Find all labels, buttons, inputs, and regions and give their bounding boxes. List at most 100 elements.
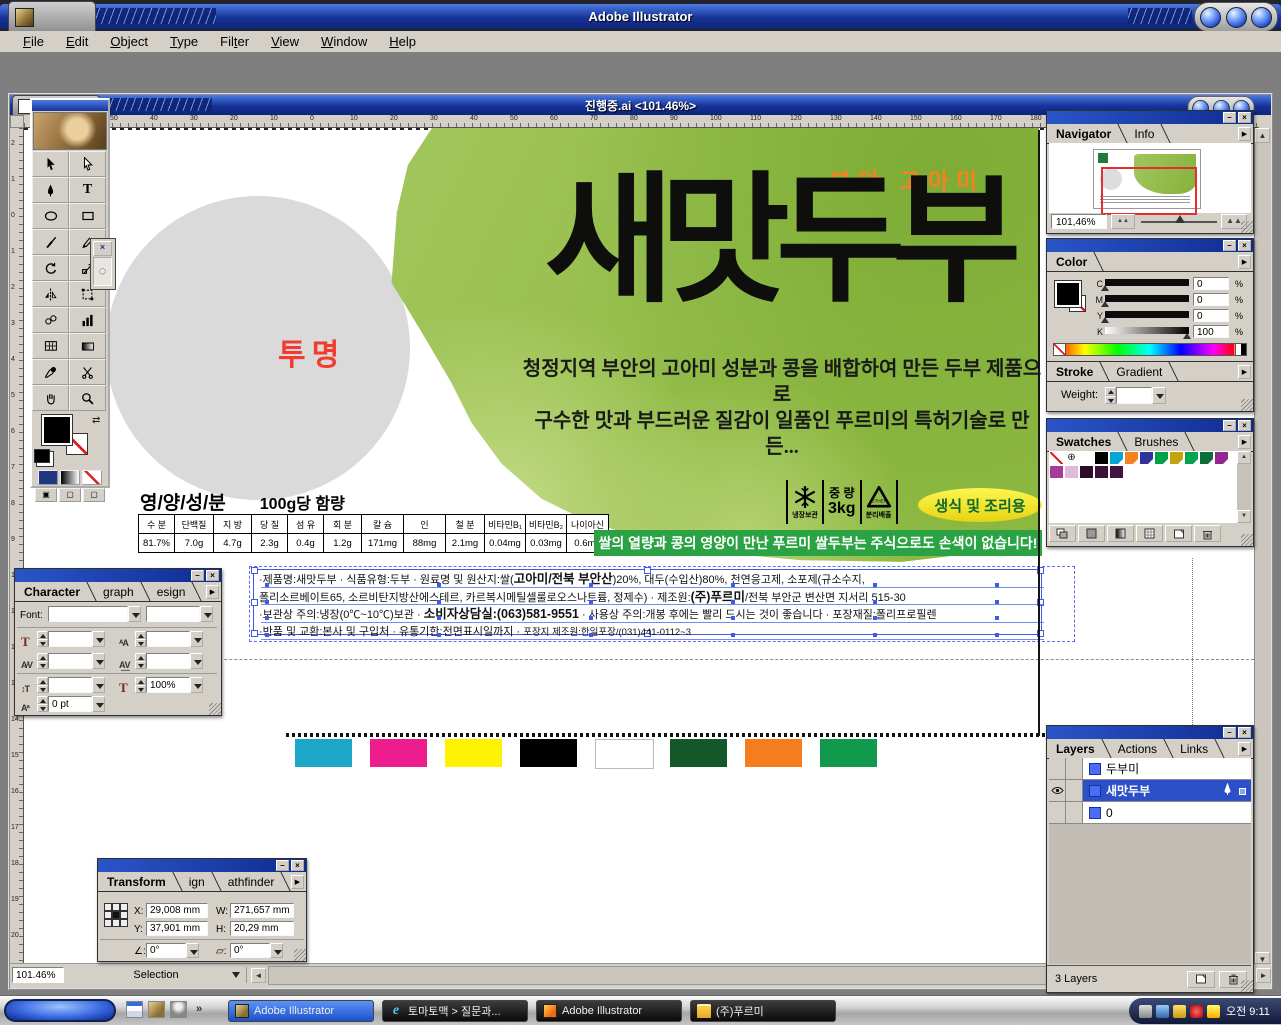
- layer-row[interactable]: 새맛두부: [1049, 780, 1251, 802]
- swatch[interactable]: [1094, 465, 1109, 479]
- layer-row[interactable]: 0: [1049, 802, 1251, 824]
- resize-grip[interactable]: [1241, 221, 1253, 233]
- navigator-zoom-field[interactable]: 101,46%: [1051, 214, 1107, 229]
- registration-swatch[interactable]: ⊕: [1064, 451, 1079, 465]
- tracking-field[interactable]: [146, 653, 190, 669]
- h-field[interactable]: 20,29 mm: [230, 921, 294, 936]
- palette-titlebar[interactable]: –×: [1047, 239, 1253, 252]
- palette-titlebar[interactable]: –×: [98, 859, 306, 872]
- tab-navigator[interactable]: Navigator: [1049, 124, 1127, 143]
- eyedropper-tool[interactable]: [32, 359, 69, 385]
- show-color-swatches-button[interactable]: [1078, 525, 1105, 542]
- zoom-tool[interactable]: [69, 385, 106, 411]
- vertical-scale-field-dropdown-icon[interactable]: [92, 677, 105, 693]
- channel-slider-track[interactable]: [1105, 295, 1189, 302]
- shear-field[interactable]: 0°: [230, 943, 270, 958]
- channel-slider-thumb[interactable]: [1101, 285, 1109, 291]
- palette-menu-icon[interactable]: ▶: [1238, 365, 1251, 379]
- status-zoom-field[interactable]: 101.46%: [12, 967, 64, 983]
- show-all-swatches-button[interactable]: [1049, 525, 1076, 542]
- gradient-button[interactable]: [60, 470, 80, 485]
- scroll-up-button[interactable]: ▲: [1255, 128, 1270, 143]
- palette-menu-icon[interactable]: ▶: [1238, 255, 1251, 269]
- tab-stroke[interactable]: Stroke: [1049, 362, 1109, 381]
- tab-layers[interactable]: Layers: [1049, 739, 1111, 758]
- minimize-icon[interactable]: –: [1223, 727, 1236, 738]
- tab-info[interactable]: Info: [1127, 124, 1170, 143]
- menu-file[interactable]: File: [12, 32, 55, 51]
- taskbar-item[interactable]: (주)푸르미: [690, 1000, 836, 1022]
- swap-fill-stroke-icon[interactable]: ⇄: [92, 415, 100, 426]
- kerning-field-stepper[interactable]: [37, 653, 48, 669]
- weight-stepper[interactable]: [1105, 387, 1116, 404]
- selection-handle[interactable]: [251, 567, 258, 574]
- fullscreen-menu-mode-button[interactable]: ▢: [59, 488, 81, 502]
- zoom-slider-thumb[interactable]: [1175, 215, 1185, 223]
- font-size-field[interactable]: [48, 631, 92, 647]
- layer-visibility-toggle[interactable]: [1049, 780, 1066, 801]
- swatch[interactable]: [1064, 465, 1079, 479]
- rotate-field[interactable]: 0°: [146, 943, 186, 958]
- menu-object[interactable]: Object: [99, 32, 159, 51]
- layer-lock-toggle[interactable]: [1066, 758, 1083, 779]
- fullscreen-mode-button[interactable]: ▢: [83, 488, 105, 502]
- zoom-out-icon[interactable]: ▲▲: [1111, 214, 1135, 229]
- user-quick-icon[interactable]: [170, 1001, 187, 1018]
- navigator-view-rectangle[interactable]: [1101, 167, 1197, 215]
- font-size-field-dropdown-icon[interactable]: [92, 631, 105, 647]
- product-info-text[interactable]: ·제품명:새맛두부 · 식품유형:두부 · 원료명 및 원산지:쌀(고아미/전북…: [259, 571, 1054, 641]
- standard-screen-mode-button[interactable]: ▣: [35, 488, 57, 502]
- navigator-preview[interactable]: [1049, 143, 1251, 213]
- fill-swatch[interactable]: [1055, 281, 1081, 307]
- scissors-tool[interactable]: [69, 359, 106, 385]
- layer-lock-toggle[interactable]: [1066, 802, 1083, 823]
- channel-slider-thumb[interactable]: [1101, 317, 1109, 323]
- taskbar-item[interactable]: Adobe Illustrator: [536, 1000, 682, 1022]
- channel-slider-track[interactable]: [1105, 279, 1189, 286]
- swatch-scrollbar[interactable]: ▲ ▼: [1237, 451, 1251, 523]
- close-icon[interactable]: ×: [291, 860, 304, 871]
- energy-icon[interactable]: [1207, 1005, 1220, 1018]
- rotate-dropdown-icon[interactable]: [186, 943, 199, 958]
- show-gradient-swatches-button[interactable]: [1107, 525, 1134, 542]
- baseline-shift-field-stepper[interactable]: [37, 696, 48, 712]
- color-button[interactable]: [38, 470, 58, 485]
- layer-row[interactable]: 두부미: [1049, 758, 1251, 780]
- scroll-right-button[interactable]: ►: [1256, 968, 1271, 983]
- mesh-tool[interactable]: [32, 333, 69, 359]
- close-icon[interactable]: ×: [1238, 727, 1251, 738]
- app-system-menu[interactable]: [8, 1, 96, 33]
- leading-field[interactable]: [146, 631, 190, 647]
- palette-menu-icon[interactable]: ▶: [1238, 435, 1251, 449]
- white-black-swatch[interactable]: [1235, 343, 1247, 356]
- fill-swatch[interactable]: [42, 415, 72, 445]
- swatch[interactable]: [1169, 451, 1184, 465]
- vertical-scale-field-stepper[interactable]: [37, 677, 48, 693]
- messenger-icon[interactable]: [1173, 1005, 1186, 1018]
- tab-color[interactable]: Color: [1049, 252, 1103, 271]
- layer-content[interactable]: 새맛두부: [1083, 780, 1251, 801]
- channel-value-field[interactable]: 0: [1193, 277, 1229, 290]
- resize-grip[interactable]: [294, 949, 306, 961]
- vertical-scale-field[interactable]: [48, 677, 92, 693]
- direct-selection-tool[interactable]: [69, 151, 106, 177]
- minimize-icon[interactable]: –: [1223, 112, 1236, 123]
- twirl-tool[interactable]: ◌: [93, 257, 112, 286]
- channel-value-field[interactable]: 0: [1193, 293, 1229, 306]
- channel-value-field[interactable]: 0: [1193, 309, 1229, 322]
- hand-tool[interactable]: [32, 385, 69, 411]
- reflect-tool[interactable]: [32, 281, 69, 307]
- leading-field-stepper[interactable]: [135, 631, 146, 647]
- menu-type[interactable]: Type: [159, 32, 209, 51]
- channel-value-field[interactable]: 100: [1193, 325, 1229, 338]
- type-tool[interactable]: T: [69, 177, 106, 203]
- palette-titlebar[interactable]: –×: [1047, 111, 1253, 124]
- menu-edit[interactable]: Edit: [55, 32, 99, 51]
- close-button[interactable]: [1251, 7, 1272, 28]
- minimize-icon[interactable]: –: [1223, 420, 1236, 431]
- scroll-down-icon[interactable]: ▼: [1237, 510, 1251, 523]
- swatch[interactable]: [1079, 465, 1094, 479]
- kerning-field[interactable]: [48, 653, 92, 669]
- layer-lock-toggle[interactable]: [1066, 780, 1083, 801]
- blend-tool[interactable]: [32, 307, 69, 333]
